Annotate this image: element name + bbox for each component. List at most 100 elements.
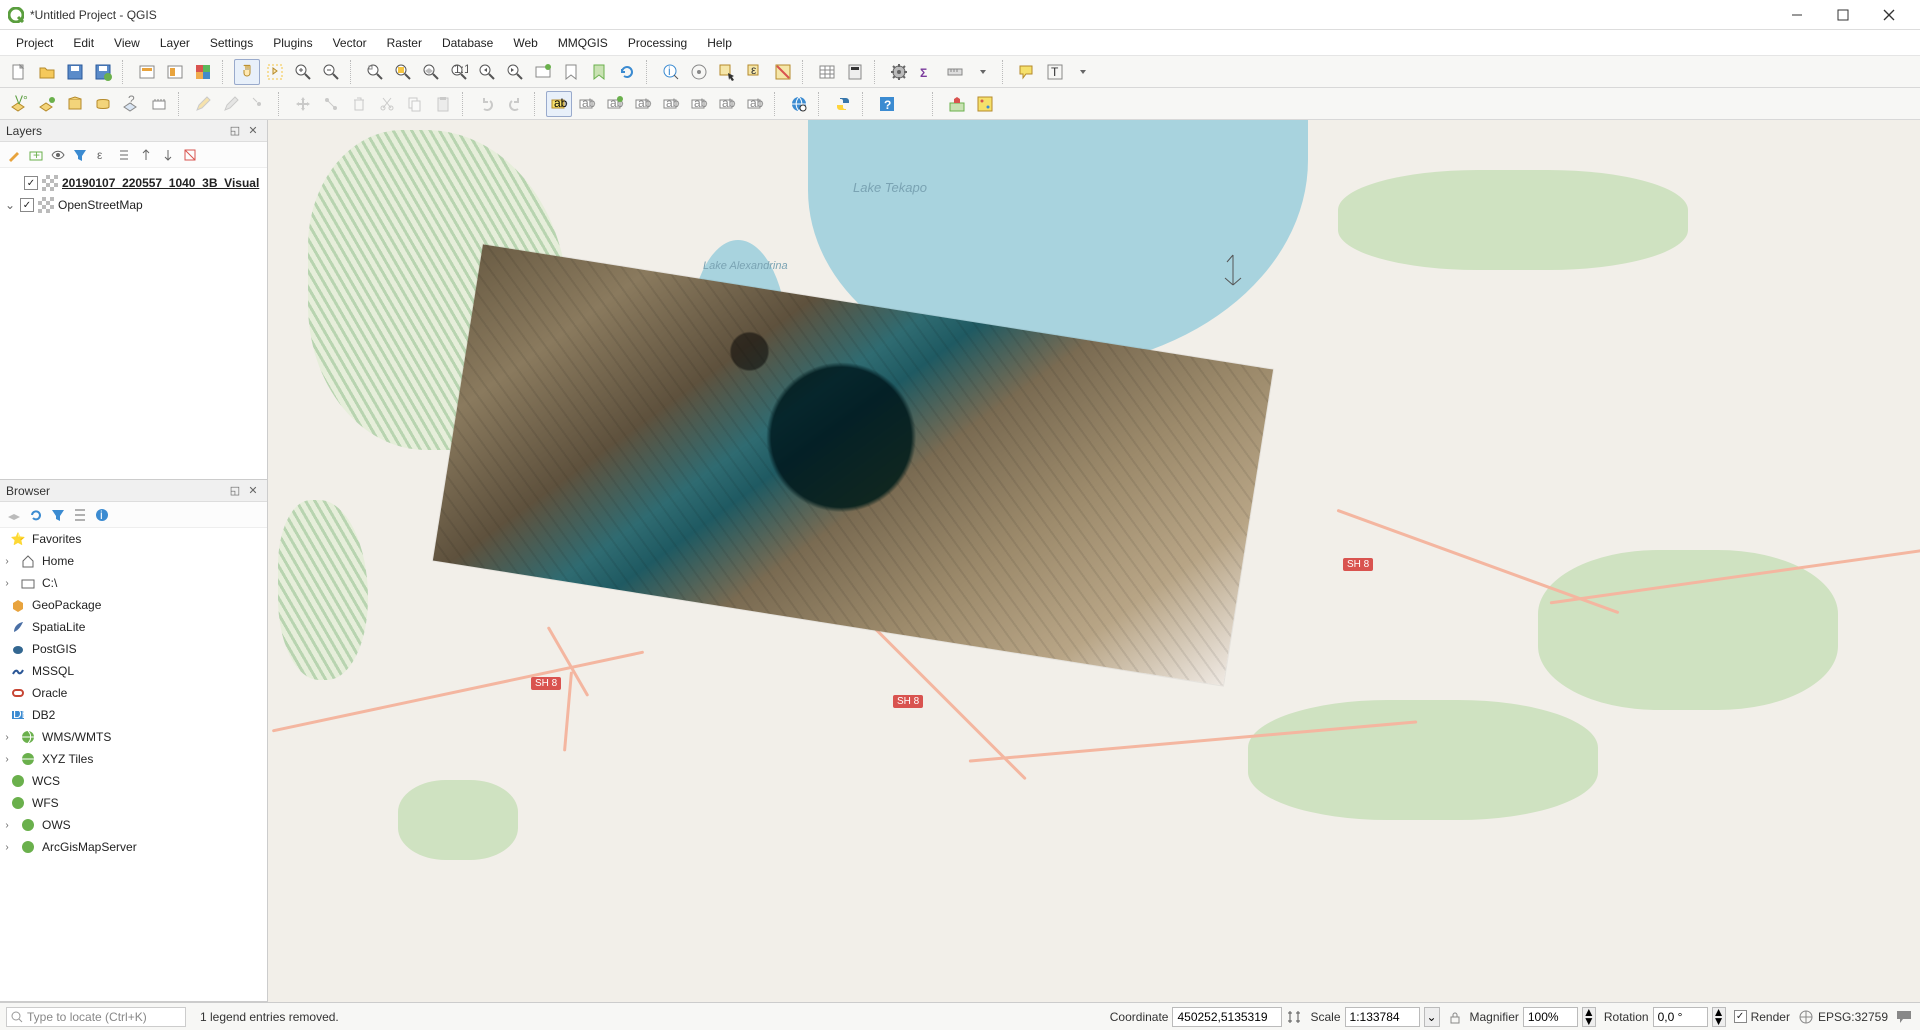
rotation-input[interactable] bbox=[1653, 1007, 1708, 1027]
style-manager-button[interactable] bbox=[190, 59, 216, 85]
paste-button[interactable] bbox=[430, 91, 456, 117]
rotation-spinner[interactable]: ▲▼ bbox=[1712, 1007, 1726, 1027]
new-map-view-button[interactable] bbox=[530, 59, 556, 85]
zoom-in-button[interactable] bbox=[290, 59, 316, 85]
browser-tree[interactable]: ⭐Favorites ›Home ›C:\ GeoPackage SpatiaL… bbox=[0, 528, 267, 1001]
metasearch-button[interactable] bbox=[786, 91, 812, 117]
manage-visibility-icon[interactable] bbox=[48, 145, 68, 165]
browser-spatialite[interactable]: SpatiaLite bbox=[0, 616, 267, 638]
browser-wfs[interactable]: WFS bbox=[0, 792, 267, 814]
add-feature-button[interactable] bbox=[246, 91, 272, 117]
measure-button[interactable] bbox=[942, 59, 968, 85]
delete-selected-button[interactable] bbox=[346, 91, 372, 117]
filter-legend-icon[interactable] bbox=[70, 145, 90, 165]
browser-panel-header[interactable]: Browser ◱ ✕ bbox=[0, 480, 267, 502]
undock-icon[interactable]: ◱ bbox=[227, 483, 243, 499]
menu-project[interactable]: Project bbox=[6, 32, 63, 54]
collapse-browser-icon[interactable] bbox=[70, 505, 90, 525]
menu-view[interactable]: View bbox=[104, 32, 150, 54]
save-as-button[interactable] bbox=[90, 59, 116, 85]
new-project-button[interactable] bbox=[6, 59, 32, 85]
refresh-browser-icon[interactable] bbox=[26, 505, 46, 525]
diagram-button[interactable]: abc bbox=[602, 91, 628, 117]
deselect-button[interactable] bbox=[770, 59, 796, 85]
cut-button[interactable] bbox=[374, 91, 400, 117]
browser-xyz[interactable]: ›XYZ Tiles bbox=[0, 748, 267, 770]
new-shapefile-button[interactable] bbox=[34, 91, 60, 117]
annotation-dropdown[interactable] bbox=[1070, 59, 1096, 85]
lock-scale-icon[interactable] bbox=[1448, 1010, 1462, 1024]
browser-postgis[interactable]: PostGIS bbox=[0, 638, 267, 660]
action-button[interactable] bbox=[686, 59, 712, 85]
browser-home[interactable]: ›Home bbox=[0, 550, 267, 572]
georeferencer-button[interactable] bbox=[972, 91, 998, 117]
browser-wms[interactable]: ›WMS/WMTS bbox=[0, 726, 267, 748]
label-layer-button[interactable]: abc bbox=[546, 91, 572, 117]
new-memory-button[interactable] bbox=[146, 91, 172, 117]
browser-favorites[interactable]: ⭐Favorites bbox=[0, 528, 267, 550]
coordinate-input[interactable] bbox=[1172, 1007, 1282, 1027]
menu-edit[interactable]: Edit bbox=[63, 32, 104, 54]
scale-dropdown-icon[interactable]: ⌄ bbox=[1424, 1007, 1440, 1027]
new-virtual-button[interactable]: ? bbox=[118, 91, 144, 117]
expand-icon[interactable]: › bbox=[0, 556, 14, 567]
add-group-icon[interactable]: + bbox=[26, 145, 46, 165]
remove-layer-2-icon[interactable] bbox=[180, 145, 200, 165]
magnifier-spinner[interactable]: ▲▼ bbox=[1582, 1007, 1596, 1027]
node-tool-button[interactable] bbox=[318, 91, 344, 117]
move-feature-141[interactable] bbox=[290, 91, 316, 117]
browser-geopackage[interactable]: GeoPackage bbox=[0, 594, 267, 616]
layer-checkbox[interactable]: ✓ bbox=[20, 198, 34, 212]
expand-icon[interactable]: › bbox=[0, 820, 14, 831]
menu-layer[interactable]: Layer bbox=[150, 32, 200, 54]
new-spatialite-button[interactable] bbox=[90, 91, 116, 117]
open-project-button[interactable] bbox=[34, 59, 60, 85]
map-canvas[interactable]: Lake Tekapo Lake Alexandrina SH 8 SH 8 S… bbox=[268, 120, 1920, 1002]
close-panel-icon[interactable]: ✕ bbox=[245, 483, 261, 499]
filter-browser-icon[interactable] bbox=[48, 505, 68, 525]
pin-labels-button[interactable]: abc bbox=[630, 91, 656, 117]
pan-to-selection-button[interactable] bbox=[262, 59, 288, 85]
coordinate-capture-button[interactable] bbox=[944, 91, 970, 117]
menu-processing[interactable]: Processing bbox=[618, 32, 697, 54]
menu-help[interactable]: Help bbox=[697, 32, 742, 54]
save-edits-button[interactable] bbox=[218, 91, 244, 117]
zoom-layer-button[interactable] bbox=[418, 59, 444, 85]
identify-button[interactable]: i bbox=[658, 59, 684, 85]
menu-raster[interactable]: Raster bbox=[377, 32, 432, 54]
menu-database[interactable]: Database bbox=[432, 32, 503, 54]
statistics-button[interactable]: Σ bbox=[914, 59, 940, 85]
python-console-button[interactable] bbox=[830, 91, 856, 117]
browser-drive-c[interactable]: ›C:\ bbox=[0, 572, 267, 594]
copy-button[interactable] bbox=[402, 91, 428, 117]
move-label-button[interactable]: abc bbox=[686, 91, 712, 117]
browser-wcs[interactable]: WCS bbox=[0, 770, 267, 792]
toggle-editing-button[interactable] bbox=[190, 91, 216, 117]
new-layout-button[interactable] bbox=[134, 59, 160, 85]
browser-oracle[interactable]: Oracle bbox=[0, 682, 267, 704]
open-layer-styling-icon[interactable] bbox=[4, 145, 24, 165]
expand-icon[interactable]: › bbox=[0, 754, 14, 765]
zoom-next-button[interactable] bbox=[502, 59, 528, 85]
toolbox-button[interactable] bbox=[886, 59, 912, 85]
layers-tree[interactable]: ✓ 20190107_220557_1040_3B_Visual ⌄ ✓ Ope… bbox=[0, 168, 267, 479]
select-by-value-button[interactable]: ε bbox=[742, 59, 768, 85]
layer-row-satellite[interactable]: ✓ 20190107_220557_1040_3B_Visual bbox=[4, 172, 263, 194]
crs-field[interactable]: EPSG:32759 bbox=[1798, 1009, 1888, 1025]
refresh-button[interactable] bbox=[614, 59, 640, 85]
expand-icon[interactable]: › bbox=[0, 578, 14, 589]
browser-ows[interactable]: ›OWS bbox=[0, 814, 267, 836]
zoom-last-button[interactable] bbox=[474, 59, 500, 85]
locator-input[interactable]: Type to locate (Ctrl+K) bbox=[6, 1007, 186, 1027]
remove-layer-icon[interactable] bbox=[158, 145, 178, 165]
field-calculator-button[interactable] bbox=[842, 59, 868, 85]
layer-checkbox[interactable]: ✓ bbox=[24, 176, 38, 190]
redo-button[interactable] bbox=[502, 91, 528, 117]
scale-input[interactable] bbox=[1345, 1007, 1420, 1027]
rotate-label-button[interactable]: abc bbox=[714, 91, 740, 117]
minimize-button[interactable] bbox=[1774, 0, 1820, 30]
change-label-button[interactable]: abc bbox=[742, 91, 768, 117]
magnifier-input[interactable] bbox=[1523, 1007, 1578, 1027]
close-button[interactable] bbox=[1866, 0, 1912, 30]
show-labels-button[interactable]: abc bbox=[658, 91, 684, 117]
